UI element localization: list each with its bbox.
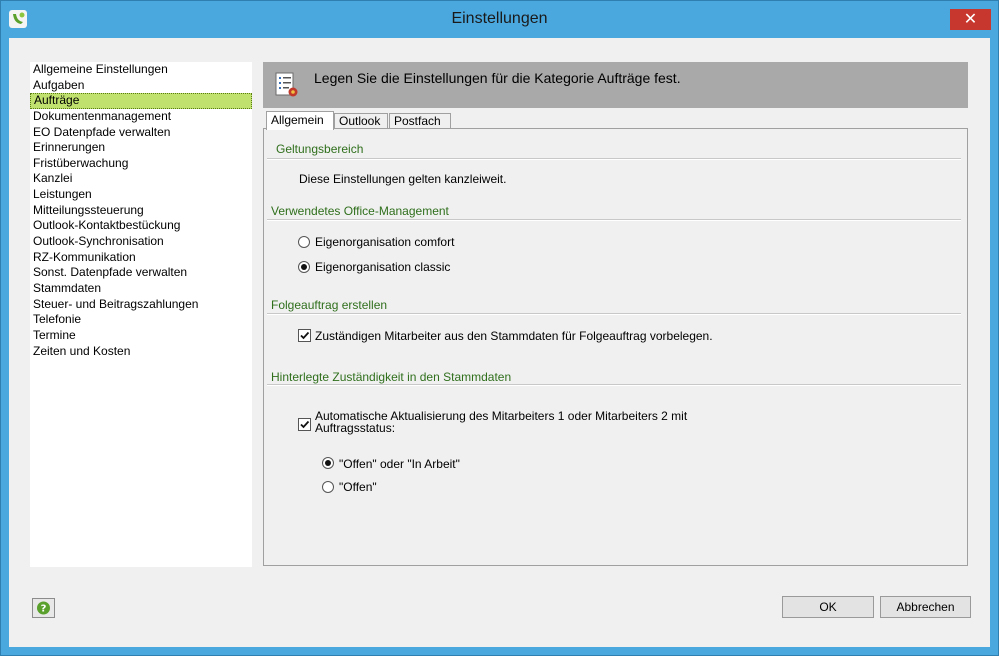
dialog-window: Einstellungen ✕ Allgemeine Einstellungen…	[0, 0, 999, 656]
checkbox-auto-update[interactable]	[298, 418, 311, 431]
radio-eigenorganisation-classic[interactable]	[298, 261, 310, 273]
tab-panel-allgemein: Geltungsbereich Diese Einstellungen gelt…	[263, 128, 968, 566]
category-item-selected[interactable]: Aufträge	[30, 93, 252, 109]
group-separator	[267, 313, 961, 315]
checkbox-label[interactable]: Zuständigen Mitarbeiter aus den Stammdat…	[315, 329, 713, 343]
tab-postfach[interactable]: Postfach	[389, 113, 451, 129]
category-item[interactable]: Leistungen	[30, 187, 252, 203]
category-item[interactable]: Outlook-Kontaktbestückung	[30, 218, 252, 234]
category-item[interactable]: EO Datenpfade verwalten	[30, 125, 252, 141]
category-item[interactable]: Sonst. Datenpfade verwalten	[30, 265, 252, 281]
window-title: Einstellungen	[451, 10, 548, 27]
category-item[interactable]: Mitteilungssteuerung	[30, 203, 252, 219]
title-bar[interactable]: Einstellungen ✕	[1, 1, 998, 38]
radio-label[interactable]: "Offen" oder "In Arbeit"	[339, 457, 460, 471]
category-item[interactable]: RZ-Kommunikation	[30, 250, 252, 266]
category-list[interactable]: Allgemeine Einstellungen Aufgaben Aufträ…	[30, 62, 252, 567]
tab-outlook[interactable]: Outlook	[334, 113, 388, 129]
category-item[interactable]: Kanzlei	[30, 171, 252, 187]
radio-label[interactable]: "Offen"	[339, 480, 377, 494]
checkbox-label[interactable]: Automatische Aktualisierung des Mitarbei…	[315, 410, 687, 434]
radio-eigenorganisation-comfort[interactable]	[298, 236, 310, 248]
category-item[interactable]: Steuer- und Beitragszahlungen	[30, 297, 252, 313]
dialog-client-area: Allgemeine Einstellungen Aufgaben Aufträ…	[9, 38, 990, 647]
group-separator	[267, 219, 961, 221]
checkbox-label-line2: Auftragsstatus:	[315, 421, 396, 435]
category-item[interactable]: Allgemeine Einstellungen	[30, 62, 252, 78]
category-description: Legen Sie die Einstellungen für die Kate…	[314, 70, 681, 86]
group-title-followup: Folgeauftrag erstellen	[269, 298, 390, 312]
ok-button[interactable]: OK	[782, 596, 874, 618]
scope-text: Diese Einstellungen gelten kanzleiweit.	[299, 172, 507, 186]
radio-offen[interactable]	[322, 481, 334, 493]
category-item[interactable]: Fristüberwachung	[30, 156, 252, 172]
close-button[interactable]: ✕	[950, 9, 991, 30]
category-item[interactable]: Stammdaten	[30, 281, 252, 297]
help-icon: ?	[37, 601, 50, 615]
tab-allgemein[interactable]: Allgemein	[266, 111, 334, 130]
category-item[interactable]: Zeiten und Kosten	[30, 344, 252, 360]
cancel-button[interactable]: Abbrechen	[880, 596, 971, 618]
group-title-office: Verwendetes Office-Management	[269, 204, 451, 218]
radio-label[interactable]: Eigenorganisation comfort	[315, 235, 454, 249]
group-title-responsibility: Hinterlegte Zuständigkeit in den Stammda…	[269, 370, 514, 384]
checkbox-prefill-employee[interactable]	[298, 329, 311, 342]
radio-label[interactable]: Eigenorganisation classic	[315, 260, 450, 274]
category-item[interactable]: Dokumentenmanagement	[30, 109, 252, 125]
group-separator	[267, 384, 961, 386]
category-item[interactable]: Erinnerungen	[30, 140, 252, 156]
svg-text:?: ?	[41, 604, 47, 615]
category-header: Legen Sie die Einstellungen für die Kate…	[263, 62, 968, 108]
category-item[interactable]: Outlook-Synchronisation	[30, 234, 252, 250]
category-item[interactable]: Aufgaben	[30, 78, 252, 94]
category-item[interactable]: Termine	[30, 328, 252, 344]
settings-list-icon	[275, 71, 299, 99]
category-item[interactable]: Telefonie	[30, 312, 252, 328]
group-separator	[267, 158, 961, 160]
help-button[interactable]: ?	[32, 598, 55, 618]
radio-offen-oder-in-arbeit[interactable]	[322, 457, 334, 469]
group-title-scope: Geltungsbereich	[269, 142, 366, 156]
